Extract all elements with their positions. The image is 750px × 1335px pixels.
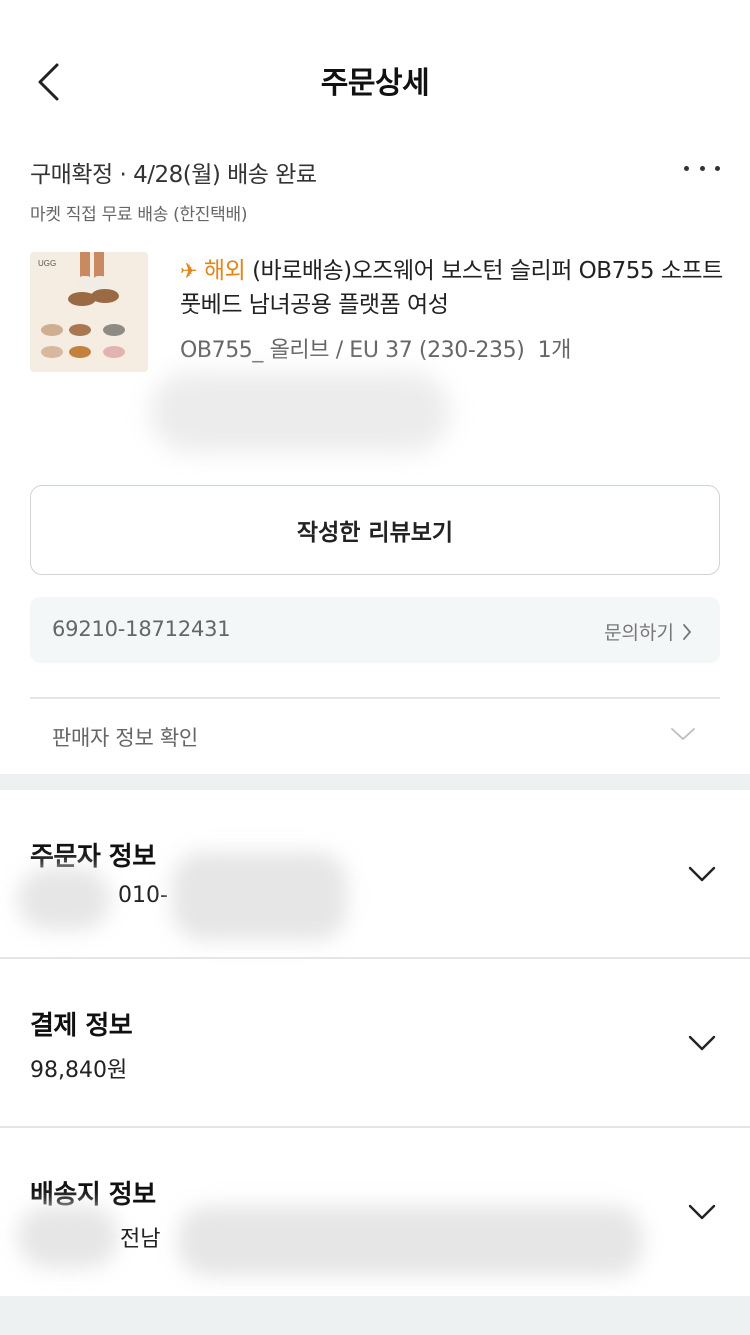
product-title: (바로배송)오즈웨어 보스턴 슬리퍼 OB755 소프트 풋베드 남녀공용 플랫… — [180, 258, 723, 318]
product-option-line: OB755_ 올리브 / EU 37 (230-235) 1개 — [180, 332, 725, 364]
overseas-badge: 해외 — [203, 258, 246, 284]
product-name: ✈ 해외 (바로배송)오즈웨어 보스턴 슬리퍼 OB755 소프트 풋베드 남녀… — [180, 254, 725, 322]
product-logo: UGG — [38, 259, 56, 268]
seller-info-label: 판매자 정보 확인 — [52, 726, 198, 750]
divider — [30, 697, 720, 699]
shipping-info: 마켓 직접 무료 배송 (한진택배) — [30, 205, 248, 225]
redacted-area — [150, 372, 450, 452]
inquiry-button[interactable]: 문의하기 — [604, 618, 692, 645]
section-separator — [0, 1296, 750, 1335]
payment-amount: 98,840원 — [30, 1058, 128, 1083]
chevron-down-icon — [671, 728, 695, 740]
order-status: 구매확정 · 4/28(월) 배송 완료 — [30, 162, 317, 188]
product-quantity: 1개 — [537, 338, 572, 363]
seller-info-toggle[interactable]: 판매자 정보 확인 — [30, 700, 720, 774]
section-separator — [0, 774, 750, 790]
more-icon[interactable] — [684, 158, 720, 178]
payment-info-section[interactable]: 결제 정보 98,840원 — [0, 959, 750, 1126]
product-option: OB755_ 올리브 / EU 37 (230-235) — [180, 338, 525, 363]
chevron-down-icon — [688, 866, 716, 882]
chevron-down-icon — [688, 1204, 716, 1220]
delivery-address: 전남 — [120, 1227, 161, 1252]
redacted-area — [18, 868, 110, 930]
delivery-info-section[interactable]: 배송지 정보 전남 — [0, 1128, 750, 1296]
chevron-right-icon — [683, 623, 691, 640]
order-number: 69210-18712431 — [52, 617, 231, 641]
redacted-area — [172, 852, 347, 940]
orderer-phone: 010- — [118, 883, 168, 908]
airplane-icon: ✈ — [180, 259, 198, 283]
inquiry-label: 문의하기 — [604, 622, 674, 644]
product-info[interactable]: ✈ 해외 (바로배송)오즈웨어 보스턴 슬리퍼 OB755 소프트 풋베드 남녀… — [180, 254, 725, 364]
product-image[interactable]: UGG — [30, 252, 148, 372]
view-review-button[interactable]: 작성한 리뷰보기 — [30, 485, 720, 575]
redacted-area — [178, 1206, 643, 1276]
header: 주문상세 — [0, 0, 750, 160]
payment-info-title: 결제 정보 — [30, 1011, 133, 1041]
orderer-info-section[interactable]: 주문자 정보 010- — [0, 790, 750, 957]
page-title: 주문상세 — [320, 66, 430, 101]
redacted-area — [18, 1206, 118, 1268]
chevron-down-icon — [688, 1035, 716, 1051]
order-number-box: 69210-18712431 문의하기 — [30, 597, 720, 663]
